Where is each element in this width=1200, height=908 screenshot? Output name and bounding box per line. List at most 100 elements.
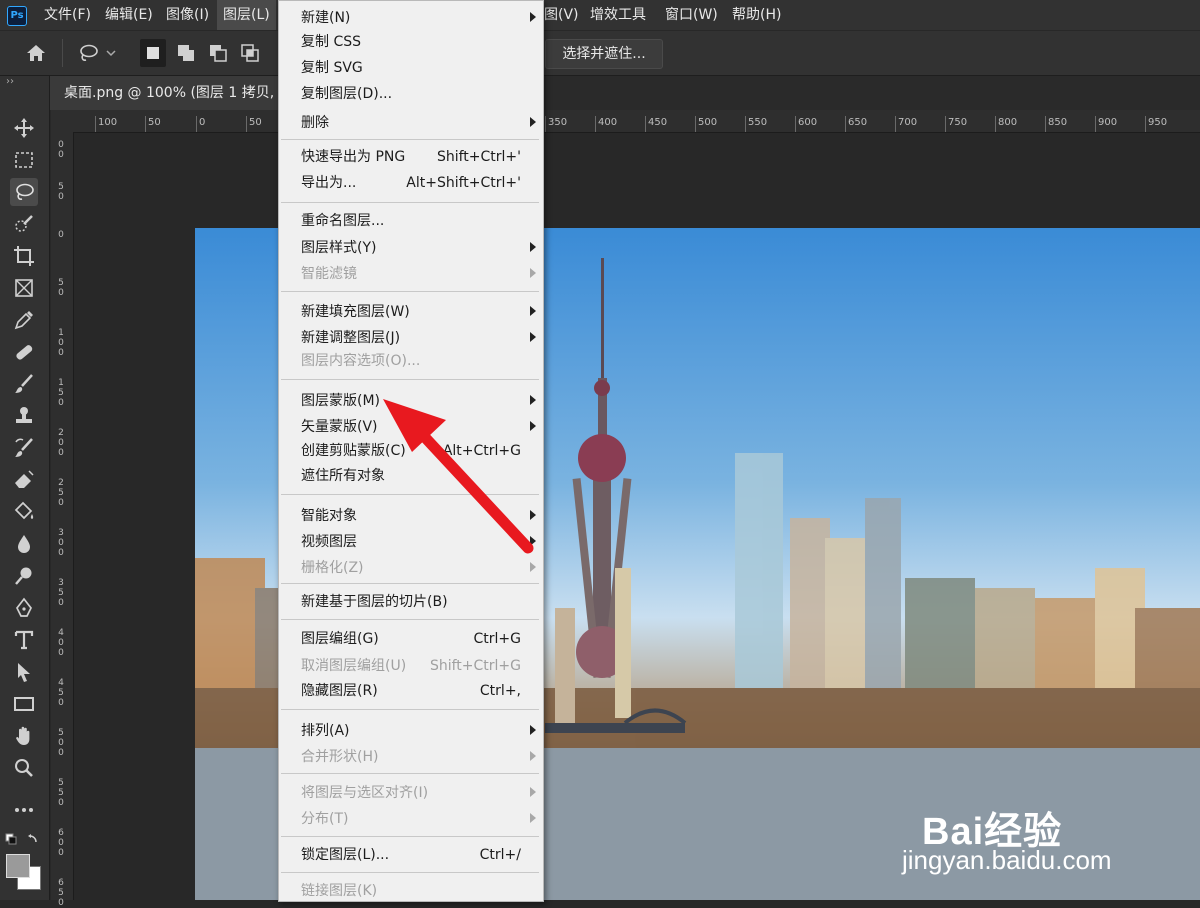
menu-layer[interactable]: 图层(L) xyxy=(217,0,276,30)
square-icon xyxy=(147,47,159,59)
crop-tool[interactable] xyxy=(10,242,38,270)
menu-item-ungroup-layers[interactable]: 取消图层编组(U) Shift+Ctrl+G xyxy=(279,654,543,678)
brush-tool[interactable] xyxy=(10,370,38,398)
clone-stamp-tool[interactable] xyxy=(10,402,38,430)
menu-separator xyxy=(281,494,539,495)
menu-item-create-clipping-mask[interactable]: 创建剪贴蒙版(C) Alt+Ctrl+G xyxy=(279,439,543,463)
menu-item-new-fill-layer[interactable]: 新建填充图层(W) xyxy=(279,300,543,324)
menu-item-smart-filter[interactable]: 智能滤镜 xyxy=(279,262,543,286)
menu-item-export-as[interactable]: 导出为... Alt+Shift+Ctrl+' xyxy=(279,171,543,195)
menu-file[interactable]: 文件(F) xyxy=(44,0,91,30)
default-colors-icon[interactable] xyxy=(4,832,44,850)
menu-item-new-layer-based-slice[interactable]: 新建基于图层的切片(B) xyxy=(279,590,543,614)
menu-item-new-adjustment-layer[interactable]: 新建调整图层(J) xyxy=(279,326,543,350)
menu-edit[interactable]: 编辑(E) xyxy=(105,0,153,30)
menu-item-copy-svg[interactable]: 复制 SVG xyxy=(279,56,543,80)
horizontal-ruler[interactable]: 100 50 0 50 350 400 450 500 550 600 650 … xyxy=(73,110,1200,133)
ruler-tick: 350 xyxy=(545,116,567,132)
menu-item-hide-layers[interactable]: 隐藏图层(R) Ctrl+, xyxy=(279,679,543,703)
menu-window[interactable]: 窗口(W) xyxy=(665,0,718,30)
ruler-tick: 50 xyxy=(145,116,161,132)
menu-help[interactable]: 帮助(H) xyxy=(732,0,781,30)
menu-item-video-layer[interactable]: 视频图层 xyxy=(279,530,543,554)
menu-item-duplicate-layer[interactable]: 复制图层(D)... xyxy=(279,82,543,106)
lasso-tool[interactable] xyxy=(10,178,38,206)
add-selection-icon[interactable] xyxy=(174,41,198,65)
menu-item-distribute[interactable]: 分布(T) xyxy=(279,807,543,831)
healing-brush-tool[interactable] xyxy=(10,338,38,366)
chevron-down-icon[interactable] xyxy=(104,41,118,65)
subtract-selection-icon[interactable] xyxy=(206,41,230,65)
menu-item-label: 隐藏图层(R) xyxy=(301,683,378,699)
ruler-tick: 750 xyxy=(945,116,967,132)
menu-item-rasterize[interactable]: 栅格化(Z) xyxy=(279,556,543,580)
menu-item-quick-export-png[interactable]: 快速导出为 PNG Shift+Ctrl+' xyxy=(279,145,543,169)
menu-item-label: 分布(T) xyxy=(301,811,349,827)
home-icon[interactable] xyxy=(24,41,48,65)
menu-item-label: 智能滤镜 xyxy=(301,266,357,282)
vertical-ruler[interactable]: 00 50 0 50 100 150 200 250 300 350 400 4… xyxy=(51,132,74,908)
menu-item-smart-object[interactable]: 智能对象 xyxy=(279,504,543,528)
history-brush-tool[interactable] xyxy=(10,434,38,462)
menu-item-mask-all-objects[interactable]: 遮住所有对象 xyxy=(279,464,543,488)
menu-item-layer-content-options[interactable]: 图层内容选项(O)... xyxy=(279,349,543,373)
ruler-origin[interactable] xyxy=(51,110,73,132)
lasso-icon[interactable] xyxy=(76,41,100,65)
menu-image[interactable]: 图像(I) xyxy=(166,0,209,30)
menu-item-vector-mask[interactable]: 矢量蒙版(V) xyxy=(279,415,543,439)
ruler-tick: 250 xyxy=(58,478,64,508)
pen-tool[interactable] xyxy=(10,594,38,622)
menu-item-combine-shapes[interactable]: 合并形状(H) xyxy=(279,745,543,769)
water-drop-icon xyxy=(18,535,30,553)
document-tab[interactable]: 桌面.png @ 100% (图层 1 拷贝, R xyxy=(50,76,299,110)
move-tool[interactable] xyxy=(10,114,38,142)
menu-item-arrange[interactable]: 排列(A) xyxy=(279,719,543,743)
menu-item-group-layers[interactable]: 图层编组(G) Ctrl+G xyxy=(279,627,543,651)
submenu-arrow-icon xyxy=(530,306,536,316)
menu-item-label: 创建剪贴蒙版(C) xyxy=(301,443,406,459)
collapse-chevron-icon[interactable]: ›› xyxy=(6,76,14,90)
intersect-selection-icon[interactable] xyxy=(238,41,262,65)
menu-plugins[interactable]: 增效工具 xyxy=(590,0,646,30)
menu-item-label: 导出为... xyxy=(301,175,357,191)
menu-item-align-layers-to-selection[interactable]: 将图层与选区对齐(I) xyxy=(279,781,543,805)
menu-item-new[interactable]: 新建(N) xyxy=(279,6,543,30)
ruler-tick: 900 xyxy=(1095,116,1117,132)
menu-item-label: 复制 SVG xyxy=(301,60,363,76)
menu-item-delete[interactable]: 删除 xyxy=(279,111,543,135)
rectangle-icon xyxy=(14,697,34,711)
dodge-tool[interactable] xyxy=(10,562,38,590)
path-selection-tool[interactable] xyxy=(10,658,38,686)
menu-separator xyxy=(281,773,539,774)
paint-bucket-tool[interactable] xyxy=(10,498,38,526)
menu-item-layer-style[interactable]: 图层样式(Y) xyxy=(279,236,543,260)
menu-separator xyxy=(281,202,539,203)
new-selection-mode[interactable] xyxy=(140,39,166,67)
rectangle-tool[interactable] xyxy=(10,690,38,718)
hand-tool[interactable] xyxy=(10,722,38,750)
quick-selection-tool[interactable] xyxy=(10,210,38,238)
menu-view[interactable]: 图(V) xyxy=(544,0,579,30)
select-and-mask-button[interactable]: 选择并遮住... xyxy=(545,39,663,69)
type-tool[interactable] xyxy=(10,626,38,654)
document-tab-bar: 桌面.png @ 100% (图层 1 拷贝, R xyxy=(50,76,1200,110)
lasso-icon xyxy=(16,183,34,200)
zoom-tool[interactable] xyxy=(10,754,38,782)
foreground-color-swatch[interactable] xyxy=(6,854,30,878)
menu-item-layer-mask[interactable]: 图层蒙版(M) xyxy=(279,389,543,413)
menu-separator xyxy=(281,291,539,292)
menu-item-rename-layer[interactable]: 重命名图层... xyxy=(279,209,543,233)
menu-item-lock-layers[interactable]: 锁定图层(L)... Ctrl+/ xyxy=(279,843,543,867)
eraser-icon xyxy=(15,470,34,488)
blur-tool[interactable] xyxy=(10,530,38,558)
marquee-tool[interactable] xyxy=(10,146,38,174)
menu-item-link-layers[interactable]: 链接图层(K) xyxy=(279,879,543,901)
menu-item-copy-css[interactable]: 复制 CSS xyxy=(279,30,543,54)
paint-bucket-icon xyxy=(14,501,34,520)
more-tools[interactable] xyxy=(10,796,38,824)
eraser-tool[interactable] xyxy=(10,466,38,494)
eyedropper-tool[interactable] xyxy=(10,306,38,334)
frame-icon xyxy=(15,279,33,297)
frame-tool[interactable] xyxy=(10,274,38,302)
divider xyxy=(62,39,63,67)
